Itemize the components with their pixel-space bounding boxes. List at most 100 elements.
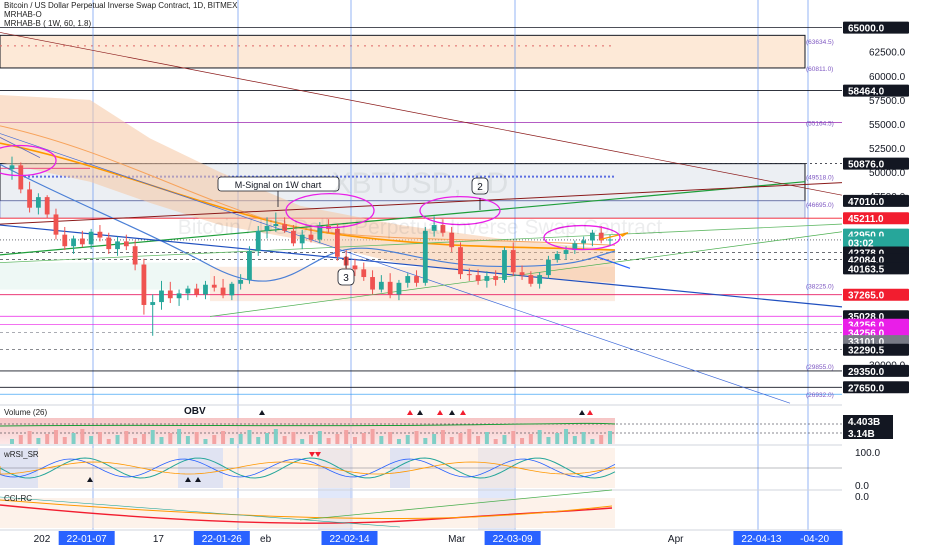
volume-bar xyxy=(247,430,252,444)
candle-body xyxy=(370,277,375,290)
candle-body xyxy=(361,269,367,278)
volume-bar xyxy=(71,433,76,444)
cci-pane-title: CCI-RC xyxy=(4,494,32,503)
signal-marker xyxy=(460,410,466,415)
volume-bar xyxy=(141,434,146,444)
volume-bar xyxy=(564,429,569,444)
volume-bar xyxy=(520,438,525,444)
signal-marker xyxy=(437,410,443,415)
pane-axis-label: 4.403B xyxy=(848,417,880,428)
volume-bar xyxy=(352,437,357,444)
candle-body xyxy=(519,272,525,276)
volume-bar xyxy=(97,432,102,444)
volume-bar xyxy=(45,434,50,444)
candle-body xyxy=(18,165,24,190)
price-label: 50876.0 xyxy=(848,160,885,171)
level-note: (55164.5) xyxy=(806,120,834,127)
volume-bar xyxy=(194,432,199,444)
level-note: (60811.0) xyxy=(806,66,833,73)
candle-body xyxy=(35,197,41,208)
volume-bar xyxy=(546,437,551,444)
candle-body xyxy=(238,279,244,284)
level-note: (63634.5) xyxy=(806,39,834,46)
volume-bar xyxy=(317,431,322,444)
volume-bar xyxy=(326,438,331,444)
volume-bar xyxy=(581,432,586,444)
volume-pane-title: Volume (26) xyxy=(4,408,47,417)
time-label: 17 xyxy=(153,534,165,545)
time-label: 22-03-09 xyxy=(493,534,533,545)
m-signal-label: M-Signal on 1W chart xyxy=(235,180,322,190)
price-label: 47010.0 xyxy=(848,197,885,208)
signal-marker xyxy=(449,410,455,415)
volume-bar xyxy=(300,439,305,444)
price-tick: 62500.0 xyxy=(869,48,906,59)
candle-body xyxy=(458,247,463,275)
candle-body xyxy=(537,275,543,284)
candle-body xyxy=(132,246,138,265)
price-label: 58464.0 xyxy=(848,87,885,98)
volume-bar xyxy=(221,431,226,444)
time-axis[interactable]: 202 22-01-07 17 22-01-26 eb 22-02-14 Mar 22-03-… xyxy=(0,529,843,550)
candle-body xyxy=(475,275,481,281)
volume-bar xyxy=(282,436,287,444)
obv-label: OBV xyxy=(184,406,206,417)
price-label: 29350.0 xyxy=(848,367,885,378)
level-note: (38225.0) xyxy=(806,283,834,290)
candle-body xyxy=(115,241,120,250)
volume-bar xyxy=(590,439,595,444)
signal-marker xyxy=(259,410,265,415)
demand-zone-left xyxy=(0,262,210,290)
time-label: 22-01-07 xyxy=(67,534,107,545)
price-tick: 60000.0 xyxy=(869,72,906,83)
volume-bar xyxy=(256,437,261,444)
candle-body xyxy=(396,282,402,295)
time-label: 22-02-14 xyxy=(329,534,369,545)
volume-bar xyxy=(414,431,419,444)
candle-body xyxy=(141,264,147,305)
volume-bar xyxy=(309,435,313,444)
candle-body xyxy=(405,276,411,283)
volume-bar xyxy=(467,429,472,444)
volume-bar xyxy=(484,432,489,444)
indicator-panes: OBV Volume (26) wRSI_SR CCI-RC xyxy=(0,404,932,528)
price-tick: 55000.0 xyxy=(869,120,906,131)
time-axis-bg xyxy=(0,530,842,550)
candle-body xyxy=(220,287,226,296)
volume-bar xyxy=(370,429,375,444)
volume-bar xyxy=(18,435,23,444)
volume-bar xyxy=(238,434,243,444)
volume-bar xyxy=(405,435,410,444)
volume-bar xyxy=(361,433,366,444)
price-axis[interactable]: 65000.062500.060000.057500.055000.052500… xyxy=(842,0,932,550)
volume-bar xyxy=(133,438,138,444)
time-label: 22-01-26 xyxy=(202,534,242,545)
candle-body xyxy=(176,293,182,299)
volume-bar xyxy=(555,433,560,444)
candle-body xyxy=(185,288,191,294)
indicator-label-1: MRHAB-O xyxy=(4,10,42,19)
volume-bar xyxy=(115,435,120,444)
volume-bar xyxy=(396,439,401,444)
candle-body xyxy=(510,250,516,273)
candle-body xyxy=(387,281,393,295)
candle-body xyxy=(203,284,208,295)
time-label: 22-04-13 xyxy=(741,534,781,545)
candle-body xyxy=(150,302,156,305)
volume-bar xyxy=(229,438,234,444)
level-note: (46695.0) xyxy=(806,202,834,209)
chart-canvas[interactable]: M-Signal on 1W chart 23XBTUSD, 1DBitcoin … xyxy=(0,0,932,550)
candle-body xyxy=(352,265,358,270)
wrsi-pane-title: wRSI_SR xyxy=(3,450,39,459)
candle-body xyxy=(159,290,164,303)
candle-body xyxy=(546,259,551,276)
volume-bar xyxy=(599,435,604,444)
candle-body xyxy=(194,288,200,295)
volume-bar xyxy=(537,430,542,444)
volume-bar xyxy=(335,434,340,444)
signal-marker xyxy=(579,410,585,415)
candle-body xyxy=(79,238,85,245)
candle-body xyxy=(71,238,76,247)
price-label: 37265.0 xyxy=(848,291,885,302)
volume-bar xyxy=(27,431,32,444)
